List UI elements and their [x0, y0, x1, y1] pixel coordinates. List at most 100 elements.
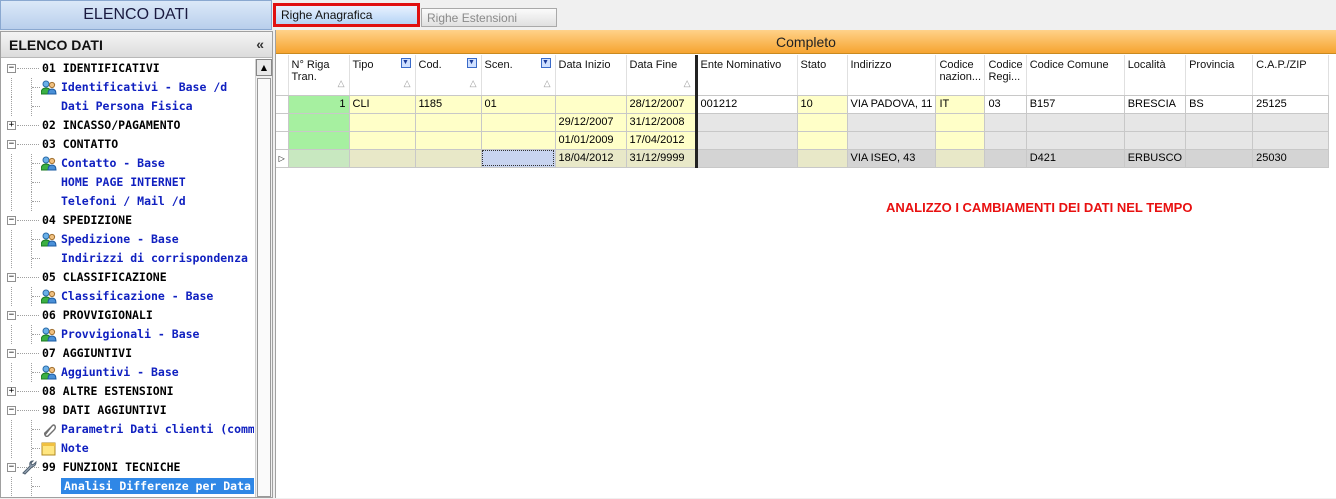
expand-icon[interactable]: +: [7, 387, 16, 396]
expand-icon[interactable]: +: [7, 121, 16, 130]
table-cell[interactable]: BRESCIA: [1124, 95, 1187, 114]
left-header[interactable]: ELENCO DATI: [0, 0, 272, 30]
table-cell[interactable]: [935, 131, 986, 150]
table-cell[interactable]: 01: [481, 95, 556, 114]
collapse-node-icon[interactable]: −: [7, 311, 16, 320]
tree-item[interactable]: Aggiuntivi - Base: [1, 363, 254, 382]
tree-group[interactable]: +08 ALTRE ESTENSIONI: [1, 382, 254, 401]
tree-item[interactable]: Contatto - Base: [1, 154, 254, 173]
table-cell[interactable]: [288, 113, 350, 132]
collapse-node-icon[interactable]: −: [7, 349, 16, 358]
table-cell[interactable]: [1185, 131, 1254, 150]
table-cell[interactable]: [935, 113, 986, 132]
table-cell[interactable]: B157: [1026, 95, 1125, 114]
collapse-node-icon[interactable]: −: [7, 406, 16, 415]
table-cell[interactable]: D421: [1026, 149, 1125, 168]
tree-item[interactable]: Analisi Differenze per Data: [1, 477, 254, 496]
table-cell[interactable]: [415, 113, 482, 132]
column-header[interactable]: Indirizzo: [847, 55, 937, 96]
sort-icon[interactable]: △: [404, 77, 411, 89]
table-cell[interactable]: CLI: [349, 95, 416, 114]
table-cell[interactable]: [797, 149, 848, 168]
sort-icon[interactable]: △: [684, 77, 691, 89]
column-header[interactable]: Codice Regi...: [984, 55, 1027, 96]
column-header[interactable]: N° Riga Tran. △: [288, 55, 350, 96]
sort-icon[interactable]: △: [338, 77, 345, 89]
table-cell[interactable]: [696, 149, 798, 168]
table-cell[interactable]: 001212: [696, 95, 798, 114]
tree-group[interactable]: − 04 SPEDIZIONE: [1, 211, 254, 230]
tree-item[interactable]: Identificativi - Base /d: [1, 78, 254, 97]
table-cell[interactable]: 18/04/2012: [555, 149, 627, 168]
table-cell[interactable]: BS: [1185, 95, 1254, 114]
row-selector[interactable]: [276, 95, 289, 114]
column-header[interactable]: Data Fine △: [626, 55, 698, 96]
table-cell[interactable]: [481, 131, 556, 150]
tree-group[interactable]: − 98 DATI AGGIUNTIVI: [1, 401, 254, 420]
table-row[interactable]: 29/12/2007 31/12/2008: [276, 113, 1330, 132]
tree-item[interactable]: Provvigionali - Base: [1, 325, 254, 344]
collapse-node-icon[interactable]: −: [7, 64, 16, 73]
table-cell[interactable]: [1026, 131, 1125, 150]
table-cell[interactable]: 31/12/2008: [626, 113, 698, 132]
tree-item[interactable]: Indirizzi di corrispondenza: [1, 249, 254, 268]
column-header[interactable]: Cod. ▼ △: [415, 55, 482, 96]
tree-item[interactable]: Note: [1, 439, 254, 458]
table-cell[interactable]: [847, 131, 937, 150]
tree-group[interactable]: − 01 IDENTIFICATIVI: [1, 59, 254, 78]
collapse-node-icon[interactable]: −: [7, 463, 16, 472]
tree-scrollbar[interactable]: ▲: [255, 59, 272, 497]
table-cell[interactable]: [415, 131, 482, 150]
table-cell[interactable]: [288, 149, 350, 168]
sort-icon[interactable]: △: [544, 77, 551, 89]
sort-icon[interactable]: △: [470, 77, 477, 89]
table-cell[interactable]: [349, 131, 416, 150]
table-cell[interactable]: [555, 95, 627, 114]
column-header[interactable]: Tipo ▼ △: [349, 55, 416, 96]
collapse-node-icon[interactable]: −: [7, 216, 16, 225]
table-cell[interactable]: [984, 131, 1027, 150]
table-cell[interactable]: 28/12/2007: [626, 95, 698, 114]
table-cell[interactable]: [1124, 113, 1187, 132]
tree-item[interactable]: Telefoni / Mail /d: [1, 192, 254, 211]
table-cell[interactable]: [984, 113, 1027, 132]
table-cell[interactable]: [1252, 113, 1330, 132]
scroll-thumb[interactable]: [257, 78, 271, 497]
table-cell[interactable]: [935, 149, 986, 168]
table-cell[interactable]: [797, 113, 848, 132]
tab-righe-anagrafica[interactable]: Righe Anagrafica: [273, 3, 420, 27]
filter-icon[interactable]: ▼: [540, 58, 551, 68]
tree-group[interactable]: − 03 CONTATTO: [1, 135, 254, 154]
tree-item[interactable]: Parametri Dati clienti (comme: [1, 420, 254, 439]
tree-item[interactable]: Classificazione - Base: [1, 287, 254, 306]
collapse-node-icon[interactable]: −: [7, 273, 16, 282]
table-cell[interactable]: [1185, 113, 1254, 132]
table-cell[interactable]: [288, 131, 350, 150]
scroll-up-arrow-icon[interactable]: ▲: [256, 59, 272, 76]
filter-icon[interactable]: ▼: [466, 58, 477, 68]
column-header[interactable]: Località: [1124, 55, 1187, 96]
column-header[interactable]: Data Inizio: [555, 55, 627, 96]
table-cell[interactable]: 1185: [415, 95, 482, 114]
table-cell[interactable]: [1185, 149, 1254, 168]
table-cell[interactable]: [696, 131, 798, 150]
table-cell[interactable]: 10: [797, 95, 848, 114]
table-row[interactable]: 01/01/2009 17/04/2012: [276, 131, 1330, 150]
table-cell[interactable]: 31/12/9999: [626, 149, 698, 168]
table-row[interactable]: ▷ 18/04/2012 31/12/9999 VIA ISEO, 43 D421 ERB…: [276, 149, 1330, 168]
column-header[interactable]: Provincia: [1185, 55, 1254, 96]
tab-righe-estensioni[interactable]: Righe Estensioni: [421, 8, 557, 27]
table-cell[interactable]: [1026, 113, 1125, 132]
table-cell[interactable]: IT: [935, 95, 986, 114]
table-cell[interactable]: 25030: [1252, 149, 1330, 168]
table-row[interactable]: 1 CLI 1185 01 28/12/2007 001212 10 VIA PADOVA, …: [276, 95, 1330, 114]
column-header[interactable]: Codice nazion...: [935, 55, 986, 96]
tree-group[interactable]: − 07 AGGIUNTIVI: [1, 344, 254, 363]
current-row-indicator-icon[interactable]: ▷: [276, 149, 289, 168]
table-cell[interactable]: 25125: [1252, 95, 1330, 114]
row-selector[interactable]: [276, 113, 289, 132]
table-cell[interactable]: 17/04/2012: [626, 131, 698, 150]
table-cell[interactable]: [847, 113, 937, 132]
column-header[interactable]: Scen. ▼ △: [481, 55, 556, 96]
table-cell[interactable]: [349, 113, 416, 132]
